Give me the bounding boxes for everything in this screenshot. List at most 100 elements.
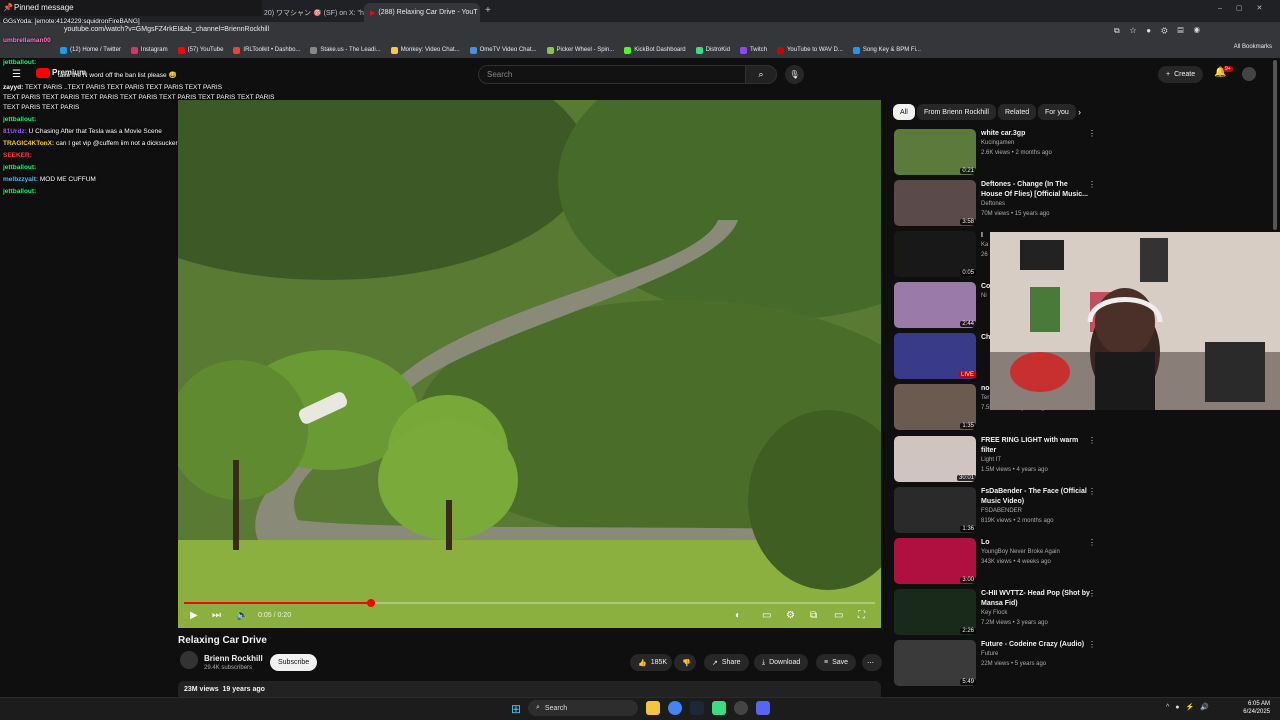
app-icon[interactable]: [734, 701, 748, 715]
recommended-channel[interactable]: Deftones: [981, 201, 1005, 207]
search-button[interactable]: ⌕: [745, 65, 777, 84]
search-input[interactable]: Search: [478, 65, 746, 84]
recommended-channel[interactable]: Kucingamen: [981, 140, 1014, 146]
app-icon[interactable]: [712, 701, 726, 715]
chat-username[interactable]: jettballout:: [3, 59, 36, 66]
more-actions-button[interactable]: ⋯: [862, 654, 882, 671]
recommended-channel[interactable]: Future: [981, 651, 998, 657]
download-button[interactable]: ⤓ Download: [754, 654, 809, 671]
captions-icon[interactable]: ▭: [762, 610, 771, 621]
chip-related[interactable]: Related: [998, 104, 1037, 120]
scrollbar[interactable]: [1273, 60, 1277, 230]
recommended-video[interactable]: 30:01 FREE RING LIGHT with warm filter Lig…: [894, 436, 1096, 486]
chat-username[interactable]: SEEKER:: [3, 152, 32, 159]
duration-badge: 30:01: [956, 475, 976, 481]
chat-username[interactable]: 81Urdz:: [3, 128, 27, 135]
channel-name[interactable]: Brienn Rockhill: [204, 654, 263, 663]
more-vertical-icon[interactable]: ⋮: [1088, 436, 1096, 445]
bookmark-item[interactable]: YouTube to WAV D...: [776, 46, 843, 54]
chat-username[interactable]: TRAGIC4KTonX:: [3, 140, 54, 147]
recommended-title[interactable]: FsDaBender - The Face (Official Music Vi…: [981, 487, 1091, 507]
miniplayer-icon[interactable]: ⧉: [810, 610, 817, 621]
channel-avatar[interactable]: [180, 651, 198, 669]
recommended-title[interactable]: Lo: [981, 538, 1091, 548]
subscribe-button[interactable]: Subscribe: [270, 654, 318, 671]
more-vertical-icon[interactable]: ⋮: [1088, 589, 1096, 598]
bookmark-item[interactable]: OmeTV Video Chat...: [469, 46, 537, 54]
bookmark-item[interactable]: DistroKid: [695, 46, 730, 54]
browser-tab-youtube[interactable]: ▶ (288) Relaxing Car Drive - YouT✕: [364, 3, 480, 22]
browser-tab-twitter[interactable]: 20) ワマシャン 🎯 (SF) on X: "http✕: [258, 3, 364, 22]
create-button[interactable]: + Create: [1158, 66, 1204, 83]
recommended-channel[interactable]: FSDABENDER: [981, 508, 1022, 514]
taskbar-search[interactable]: ⌕ Search: [528, 700, 638, 716]
file-explorer-icon[interactable]: [646, 701, 660, 715]
recommended-video[interactable]: 3:00 Lo YoungBoy Never Broke Again 343K vie…: [894, 538, 1096, 588]
recommended-channel[interactable]: Light IT: [981, 457, 1001, 463]
chat-username[interactable]: umbrellaman00: [3, 37, 51, 44]
avatar[interactable]: [1242, 67, 1256, 81]
fullscreen-icon[interactable]: ⛶: [858, 610, 865, 621]
chat-username[interactable]: jettballout:: [3, 116, 36, 123]
window-controls[interactable]: –▢✕: [1218, 4, 1276, 12]
all-bookmarks-button[interactable]: All Bookmarks: [1234, 44, 1272, 50]
bookmark-item[interactable]: KickBot Dashboard: [624, 46, 686, 54]
recommended-channel[interactable]: Key Flock: [981, 610, 1007, 616]
windows-start-icon[interactable]: ⊞: [511, 702, 521, 716]
save-button[interactable]: ≡ Save: [816, 654, 857, 671]
recommended-title[interactable]: FREE RING LIGHT with warm filter: [981, 436, 1091, 456]
chat-username[interactable]: jettballout:: [3, 188, 36, 195]
dislike-button[interactable]: 👎: [674, 654, 696, 671]
recommended-channel[interactable]: Ter: [981, 395, 989, 401]
bookmark-item[interactable]: Picker Wheel - Spin...: [546, 46, 614, 54]
recommended-channel[interactable]: Ka: [981, 242, 988, 248]
recommended-video[interactable]: 0:21 white car.3gp Kucingamen 2.6K views • …: [894, 129, 1096, 179]
steam-icon[interactable]: [690, 701, 704, 715]
settings-gear-icon[interactable]: ⚙: [786, 610, 795, 621]
more-vertical-icon[interactable]: ⋮: [1088, 538, 1096, 547]
thumbs-down-icon: 👎: [682, 659, 691, 667]
bookmark-item[interactable]: Monkey: Video Chat...: [390, 46, 460, 54]
recommended-channel[interactable]: YoungBoy Never Broke Again: [981, 549, 1060, 555]
recommended-video[interactable]: 3:58 Deftones - Change (In The House Of F…: [894, 180, 1096, 230]
volume-icon[interactable]: 🔈: [236, 610, 248, 621]
recommended-title[interactable]: Future - Codeine Crazy (Audio): [981, 640, 1091, 650]
recommended-video[interactable]: 5:49 Future - Codeine Crazy (Audio) Future…: [894, 640, 1096, 690]
bookmark-item[interactable]: Stake.us - The Leadi...: [310, 46, 381, 54]
bookmark-item[interactable]: Song Key & BPM Fi...: [852, 46, 921, 54]
chip-from-channel[interactable]: From Brienn Rockhill: [917, 104, 996, 120]
chip-all[interactable]: All: [893, 104, 915, 120]
play-icon[interactable]: ▶: [190, 610, 198, 621]
progress-bar[interactable]: [184, 599, 875, 607]
recommended-video[interactable]: 2:26 C-HII WVTTZ- Head Pop (Shot by Mansa…: [894, 589, 1096, 639]
more-vertical-icon[interactable]: ⋮: [1088, 640, 1096, 649]
video-player[interactable]: [178, 100, 881, 628]
taskbar-clock[interactable]: 6:05 AM 6/24/2025: [1243, 700, 1270, 716]
voice-search-button[interactable]: 🎙: [785, 65, 804, 84]
system-tray-icons[interactable]: ^●⚡🔊: [1166, 703, 1215, 711]
bookmark-item[interactable]: Twitch: [739, 46, 767, 54]
like-button[interactable]: 👍 185K: [630, 654, 672, 671]
recommended-title[interactable]: Deftones - Change (In The House Of Flies…: [981, 180, 1091, 200]
next-icon[interactable]: ⏭: [212, 610, 221, 621]
chevron-right-icon[interactable]: ›: [1078, 107, 1081, 117]
chat-username[interactable]: melbzzyalt:: [3, 176, 38, 183]
chip-for-you[interactable]: For you: [1038, 104, 1076, 120]
chrome-icon[interactable]: [668, 701, 682, 715]
toolbar-icons[interactable]: ⧉☆●⚙▤◉: [1114, 26, 1210, 36]
recommended-title[interactable]: white car.3gp: [981, 129, 1091, 139]
theater-mode-icon[interactable]: ▭: [834, 610, 843, 621]
scrubber-handle[interactable]: [366, 599, 375, 607]
recommended-title[interactable]: C-HII WVTTZ- Head Pop (Shot by Mansa Fid…: [981, 589, 1091, 609]
recommended-video[interactable]: 1:36 FsDaBender - The Face (Official Musi…: [894, 487, 1096, 537]
share-button[interactable]: ↗ Share: [704, 654, 749, 671]
autoplay-toggle[interactable]: ◐: [735, 610, 741, 621]
recommended-channel[interactable]: Ni: [981, 293, 987, 299]
chat-username[interactable]: zayyd:: [3, 84, 23, 91]
discord-icon[interactable]: [756, 701, 770, 715]
more-vertical-icon[interactable]: ⋮: [1088, 180, 1096, 189]
chat-username[interactable]: jettballout:: [3, 164, 36, 171]
new-tab-button[interactable]: +: [485, 5, 491, 16]
more-vertical-icon[interactable]: ⋮: [1088, 487, 1096, 496]
more-vertical-icon[interactable]: ⋮: [1088, 129, 1096, 138]
